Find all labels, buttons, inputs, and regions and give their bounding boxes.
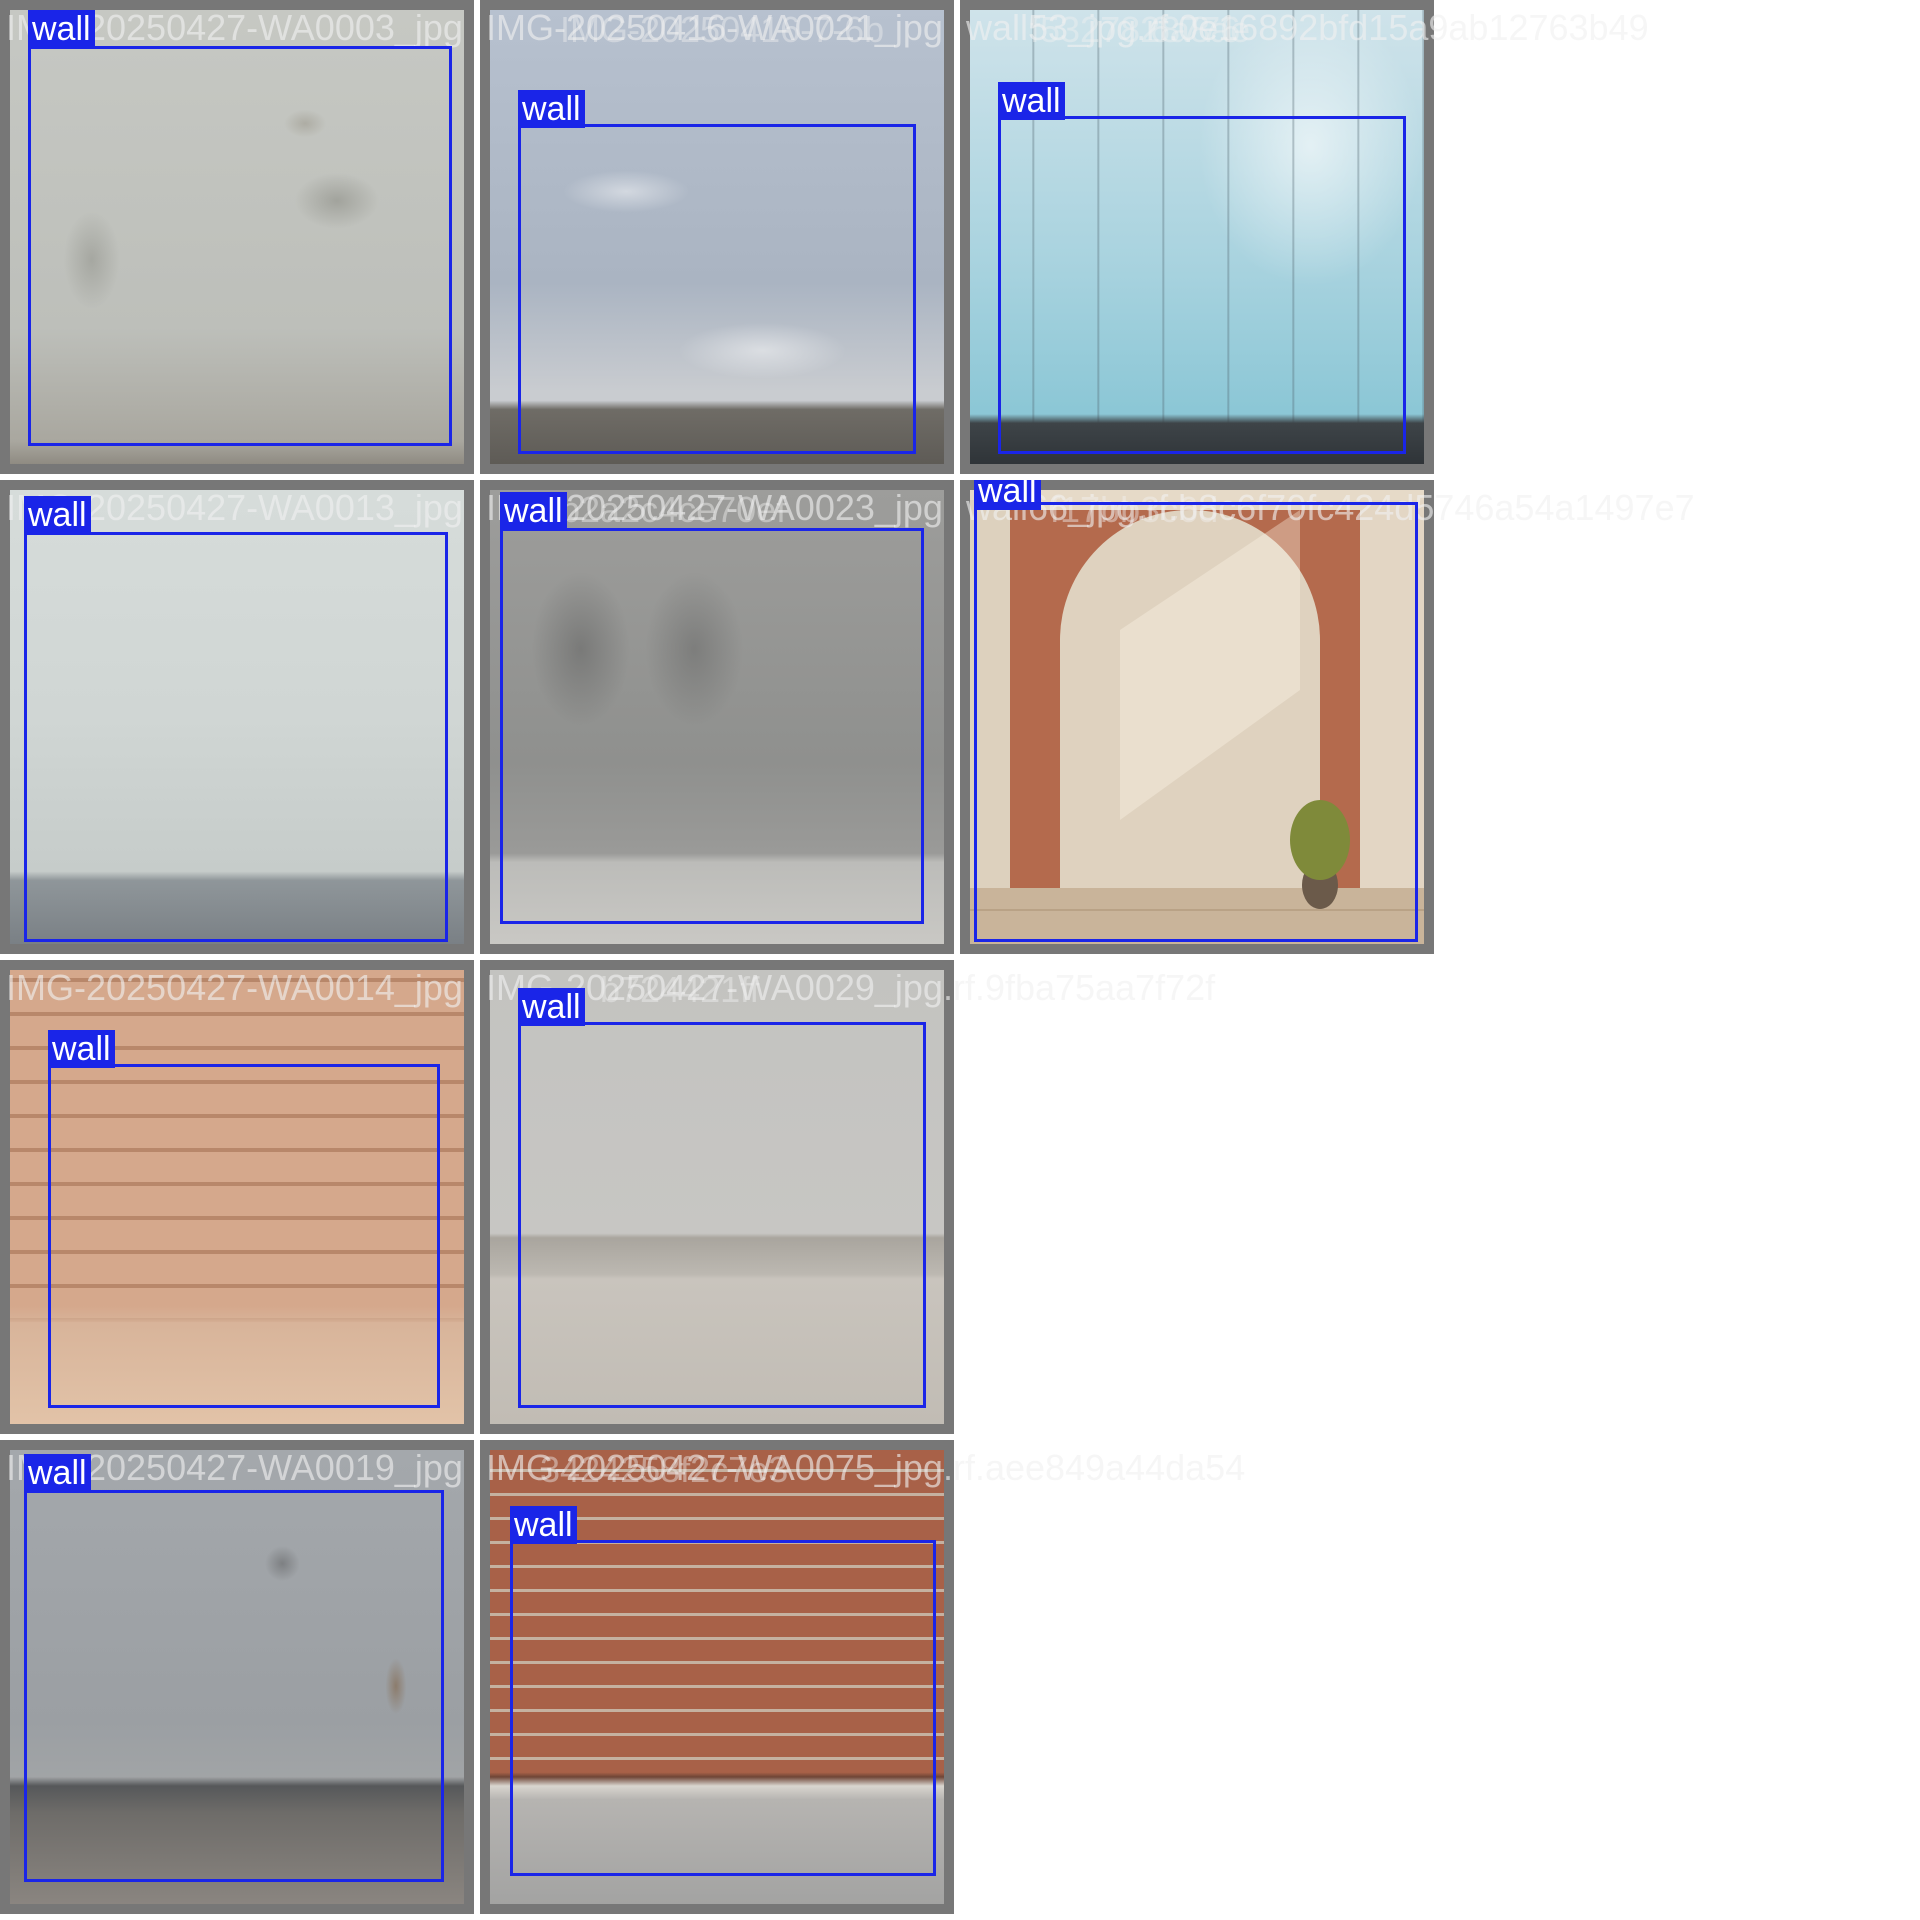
detection-label: wall bbox=[510, 1506, 577, 1544]
image-tile[interactable]: wall bbox=[480, 480, 954, 954]
detection-label: wall bbox=[518, 988, 585, 1026]
image-tile[interactable]: wall bbox=[480, 0, 954, 474]
detection-box bbox=[510, 1540, 936, 1876]
detection-box bbox=[974, 502, 1418, 942]
detection-box bbox=[48, 1064, 440, 1408]
detection-box bbox=[998, 116, 1406, 454]
detection-box bbox=[24, 532, 448, 942]
detection-box bbox=[518, 1022, 926, 1408]
image-tile[interactable]: wall bbox=[0, 1440, 474, 1914]
image-tile[interactable]: wall bbox=[0, 480, 474, 954]
image-tile[interactable]: wall bbox=[960, 0, 1434, 474]
detection-label: wall bbox=[998, 82, 1065, 120]
detection-label: wall bbox=[24, 1454, 91, 1492]
image-tile[interactable]: wall bbox=[480, 960, 954, 1434]
detection-box bbox=[500, 528, 924, 924]
detection-label: wall bbox=[500, 492, 567, 530]
detection-label: wall bbox=[974, 480, 1041, 510]
detection-label: wall bbox=[28, 10, 95, 48]
image-tile[interactable]: wall bbox=[480, 1440, 954, 1914]
detection-box bbox=[518, 124, 916, 454]
image-tile[interactable]: wall bbox=[960, 480, 1434, 954]
detection-label: wall bbox=[518, 90, 585, 128]
detection-label: wall bbox=[24, 496, 91, 534]
image-tile[interactable]: wall bbox=[0, 960, 474, 1434]
image-tile[interactable]: wall bbox=[0, 0, 474, 474]
detection-label: wall bbox=[48, 1030, 115, 1068]
detection-box bbox=[28, 46, 452, 446]
detection-box bbox=[24, 1490, 444, 1882]
